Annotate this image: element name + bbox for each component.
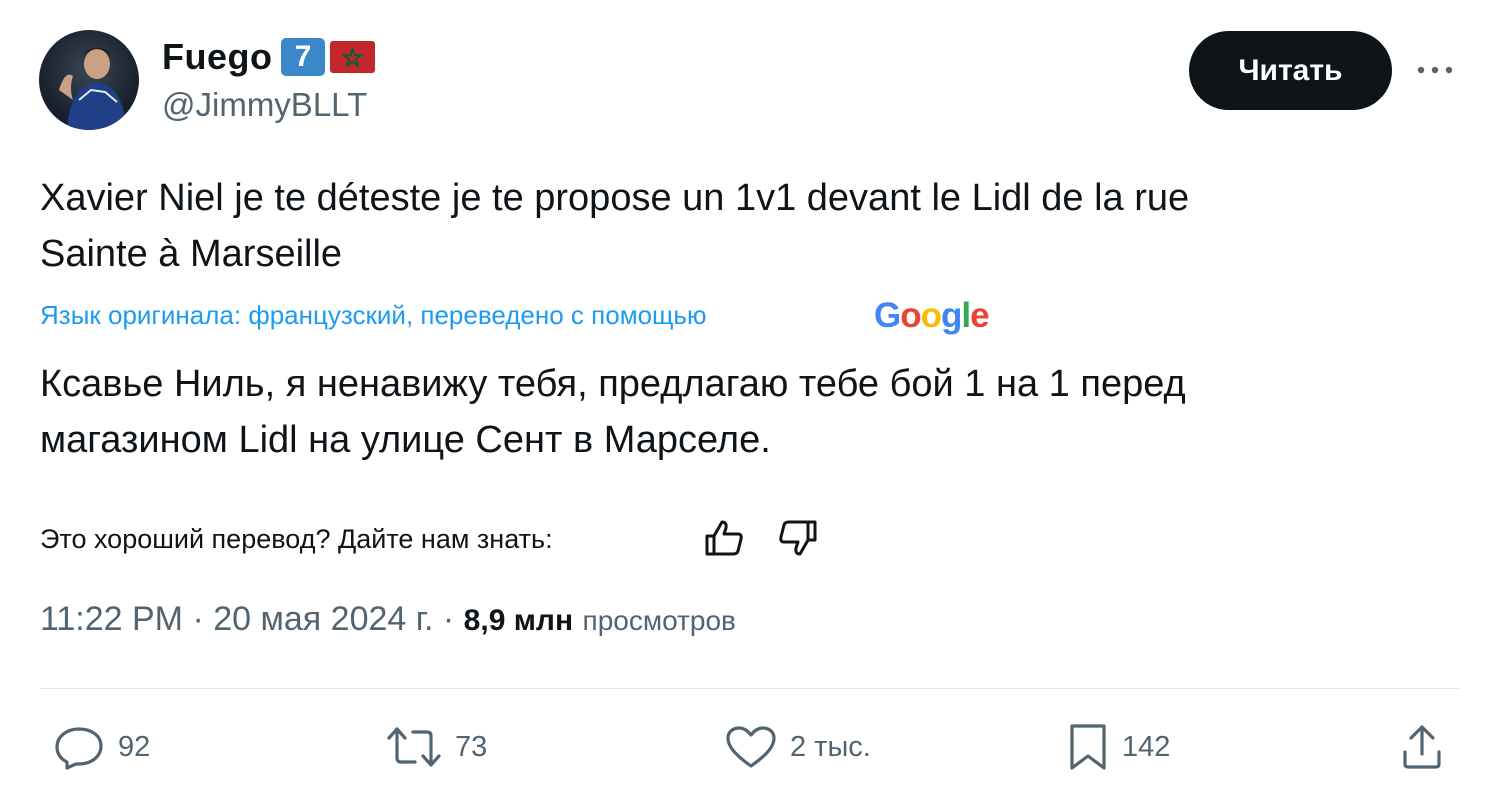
bookmark-icon [1070, 724, 1106, 770]
tweet-date-link[interactable]: 20 мая 2024 г. [213, 600, 433, 638]
morocco-flag-icon [330, 41, 375, 73]
thumbs-up-icon[interactable] [703, 518, 745, 558]
tweet-text: Xavier Niel je te déteste je te propose … [40, 170, 1420, 282]
divider [40, 688, 1460, 689]
views-count: 8,9 млн [463, 604, 574, 637]
like-button[interactable]: 2 тыс. [724, 722, 871, 772]
heart-icon [726, 726, 776, 768]
repost-count: 73 [455, 730, 488, 763]
tweet-text-line-2: Sainte à Marseille [40, 233, 343, 275]
translated-text-line-2: магазином Lidl на улице Сент в Марселе. [40, 419, 771, 461]
bookmark-count: 142 [1122, 730, 1171, 763]
follow-button[interactable]: Читать [1189, 31, 1392, 110]
author-display-name[interactable]: Fuego [162, 36, 272, 78]
translated-text: Ксавье Ниль, я ненавижу тебя, предлагаю … [40, 356, 1420, 468]
translated-text-line-1: Ксавье Ниль, я ненавижу тебя, предлагаю … [40, 363, 1186, 405]
bookmark-button[interactable]: 142 [1066, 722, 1170, 772]
like-count: 2 тыс. [790, 730, 871, 763]
thumbs-down-icon[interactable] [777, 518, 819, 558]
reply-icon [55, 727, 103, 770]
views-label: просмотров [582, 605, 736, 636]
meta-separator: · [192, 600, 204, 638]
tweet-meta: 11:22 PM · 20 мая 2024 г. · 8,9 млн прос… [40, 600, 736, 639]
share-icon [1403, 725, 1441, 769]
avatar[interactable] [39, 30, 139, 130]
reply-button[interactable]: 92 [52, 722, 150, 772]
repost-icon [387, 727, 441, 767]
more-horizontal-icon[interactable] [1410, 55, 1460, 85]
google-logo: Google [874, 296, 990, 335]
translation-feedback-question: Это хороший перевод? Дайте нам знать: [40, 524, 553, 554]
reply-count: 92 [118, 730, 151, 763]
share-button[interactable] [1400, 722, 1444, 772]
author-badge: 7 [281, 38, 325, 76]
tweet-time-link[interactable]: 11:22 PM [40, 600, 183, 638]
author-handle[interactable]: @JimmyBLLT [162, 86, 367, 124]
repost-button[interactable]: 73 [385, 722, 487, 772]
translation-note-link[interactable]: Язык оригинала: французский, переведено … [40, 300, 706, 331]
tweet-text-line-1: Xavier Niel je te déteste je te propose … [40, 177, 1190, 219]
meta-separator: · [442, 600, 455, 638]
